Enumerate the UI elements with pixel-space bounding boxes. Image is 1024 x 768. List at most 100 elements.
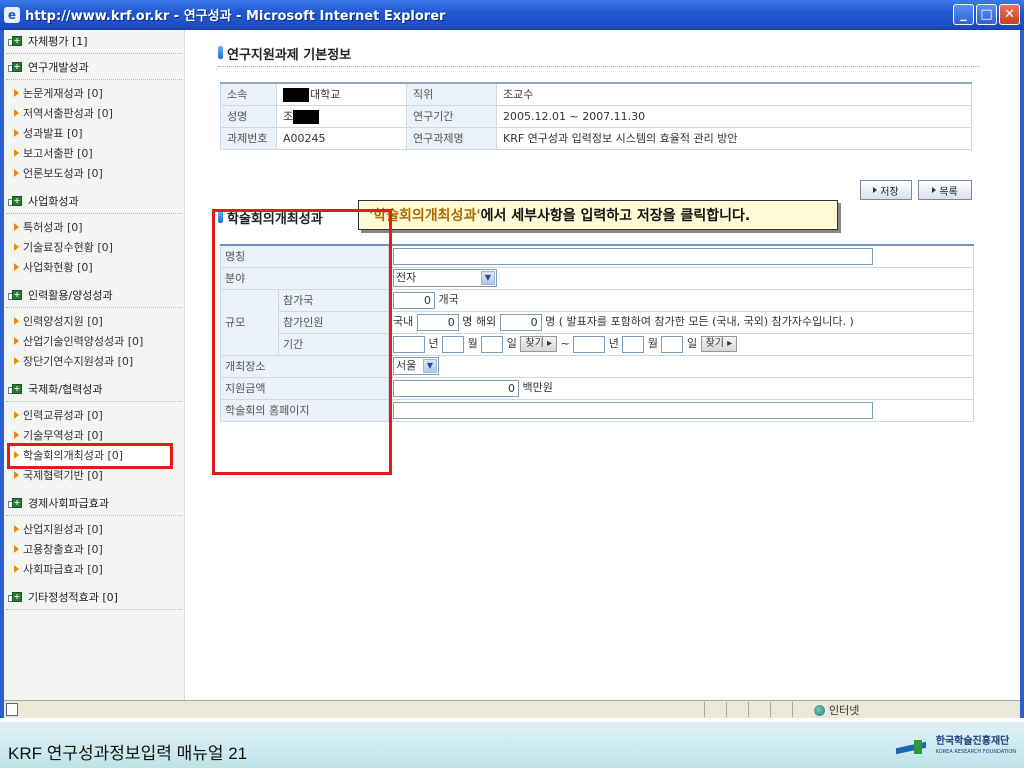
table-label: 과제번호 [220, 126, 277, 150]
sidebar-item[interactable]: 고용창출효과 [0] [4, 540, 184, 560]
venue-select[interactable]: 서울 ▼ [393, 357, 439, 375]
sidebar-section-label: 인력활용/양성성과 [28, 289, 113, 302]
sidebar-item[interactable]: 산업기술인력양성성과 [0] [4, 332, 184, 352]
end-year-input[interactable] [573, 335, 606, 353]
sidebar-item[interactable]: 기술료징수현황 [0] [4, 238, 184, 258]
save-button[interactable]: 저장 [860, 180, 912, 200]
folder-plus-icon: + [8, 290, 22, 302]
list-button[interactable]: 목록 [918, 180, 972, 200]
table-value: 2005.12.01 ~ 2007.11.30 [496, 104, 972, 128]
bullet-arrow-icon [14, 169, 19, 177]
sidebar-item[interactable]: 산업지원성과 [0] [4, 520, 184, 540]
start-year-input[interactable] [393, 335, 425, 353]
window-controls: _ □ ✕ [953, 4, 1020, 25]
form-value [388, 398, 974, 422]
folder-plus-icon: + [8, 498, 22, 510]
bullet-arrow-icon [14, 431, 19, 439]
window-frame-right [1020, 30, 1024, 718]
find-start-date-button[interactable]: 찾기 ▸ [520, 336, 557, 353]
sidebar-item[interactable]: 인력양성지원 [0] [4, 312, 184, 332]
table-label: 연구기간 [406, 104, 497, 128]
heading-bullet-icon [218, 210, 223, 223]
start-day-input[interactable] [481, 335, 504, 353]
find-end-date-button[interactable]: 찾기 ▸ [700, 336, 738, 353]
support-amount-input[interactable]: 0 [393, 379, 519, 397]
form-label: 지원금액 [220, 376, 389, 400]
sidebar-item[interactable]: 저역서출판성과 [0] [4, 104, 184, 124]
end-day-input[interactable] [661, 335, 684, 353]
form-value: 국내 0 명 해외 0 명 ( 발표자를 포함하여 참가한 모든 (국내, 국외… [388, 310, 974, 334]
bullet-arrow-icon [14, 263, 19, 271]
bullet-arrow-icon [14, 129, 19, 137]
name-input[interactable] [393, 247, 873, 265]
start-month-input[interactable] [442, 335, 465, 353]
table-row: 참가인원 국내 0 명 해외 0 명 ( 발표자를 포함하여 참가한 모든 (국… [221, 310, 974, 334]
ie-icon: e [4, 6, 20, 23]
divider [218, 66, 980, 67]
sidebar-section-economy[interactable]: + 경제사회파급효과 [6, 492, 182, 516]
folder-plus-icon: + [8, 592, 22, 604]
folder-plus-icon: + [8, 196, 22, 208]
sidebar-item[interactable]: 특허성과 [0] [4, 218, 184, 238]
sidebar-item[interactable]: 언론보도성과 [0] [4, 164, 184, 184]
sidebar-section-commercial[interactable]: + 사업화성과 [6, 190, 182, 214]
sidebar-item-conference[interactable]: 학술회의개최성과 [0] [7, 443, 173, 469]
table-row: 과제번호 A00245 연구과제명 KRF 연구성과 입력정보 시스템의 효율적… [220, 126, 972, 150]
sidebar-item[interactable]: 장단기연수지원성과 [0] [4, 352, 184, 372]
end-month-input[interactable] [622, 335, 645, 353]
security-zone: 인터넷 [814, 702, 859, 718]
form-label: 분야 [220, 266, 389, 290]
maximize-button[interactable]: □ [976, 4, 997, 25]
bullet-arrow-icon [14, 89, 19, 97]
minimize-button[interactable]: _ [953, 4, 974, 25]
countries-input[interactable]: 0 [393, 291, 435, 309]
sidebar-section-label: 사업화성과 [28, 195, 79, 208]
table-label: 직위 [406, 82, 497, 106]
form-value: 0 개국 [388, 288, 974, 312]
conference-heading: 학술회의개최성과 [218, 208, 323, 227]
basic-info-heading: 연구지원과제 기본정보 [218, 44, 351, 63]
sidebar-section-hr[interactable]: + 인력활용/양성성과 [6, 284, 182, 308]
slide-footer: KRF 연구성과정보입력 매뉴얼 21 한국학술진흥재단 KOREA RESEAR… [0, 722, 1024, 768]
table-row: 소속 대학교 직위 조교수 [220, 82, 972, 106]
redacted-block [283, 88, 309, 103]
bullet-arrow-icon [14, 149, 19, 157]
table-value: KRF 연구성과 입력정보 시스템의 효율적 관리 방안 [496, 126, 972, 150]
table-row: 명칭 [220, 244, 974, 268]
sidebar-item[interactable]: 국제협력기반 [0] [4, 466, 184, 486]
bullet-arrow-icon [14, 525, 19, 533]
bullet-arrow-icon [14, 565, 19, 573]
form-value: 년 월 일 찾기 ▸ ~ 년 월 일 찾기 ▸ [388, 332, 974, 356]
sidebar-item[interactable]: 사회파급효과 [0] [4, 560, 184, 580]
sidebar-item[interactable]: 논문게재성과 [0] [4, 84, 184, 104]
sidebar-item[interactable]: 인력교류성과 [0] [4, 406, 184, 426]
form-label: 명칭 [220, 244, 389, 268]
close-button[interactable]: ✕ [999, 4, 1020, 25]
sidebar-section-label: 경제사회파급효과 [28, 497, 109, 510]
domestic-participants-input[interactable]: 0 [416, 313, 459, 331]
sidebar-item[interactable]: 사업화현황 [0] [4, 258, 184, 278]
sidebar-section-etc[interactable]: + 기타정성적효과 [0] [6, 586, 182, 610]
bullet-arrow-icon [14, 243, 19, 251]
sidebar-section-rnd[interactable]: + 연구개발성과 [6, 56, 182, 80]
heading-bullet-icon [218, 46, 223, 59]
krf-logo: 한국학술진흥재단 KOREA RESEARCH FOUNDATION [895, 736, 1016, 758]
redacted-block [293, 110, 320, 124]
sidebar-item[interactable]: 보고서출판 [0] [4, 144, 184, 164]
page-icon [6, 703, 18, 716]
homepage-input[interactable] [393, 401, 873, 419]
main-content: 연구지원과제 기본정보 소속 대학교 직위 조교수 성명 조 연구기간 2005… [186, 30, 1020, 700]
table-row: 기간 년 월 일 찾기 ▸ ~ 년 월 일 찾기 ▸ [221, 332, 974, 356]
sidebar-item[interactable]: 성과발표 [0] [4, 124, 184, 144]
field-select[interactable]: 전자 ▼ [393, 269, 497, 287]
folder-plus-icon: + [8, 384, 22, 396]
sidebar-item[interactable]: 기술무역성과 [0] [4, 426, 184, 446]
table-value: 조교수 [496, 82, 972, 106]
form-label: 참가인원 [278, 310, 389, 334]
overseas-participants-input[interactable]: 0 [499, 313, 542, 331]
table-row: 개최장소 서울 ▼ [220, 354, 974, 378]
sidebar-section-self-eval[interactable]: + 자체평가 [1] [6, 30, 182, 54]
basic-info-table: 소속 대학교 직위 조교수 성명 조 연구기간 2005.12.01 ~ 200… [220, 82, 972, 150]
sidebar-section-intl[interactable]: + 국제화/협력성과 [6, 378, 182, 402]
bullet-arrow-icon [14, 545, 19, 553]
